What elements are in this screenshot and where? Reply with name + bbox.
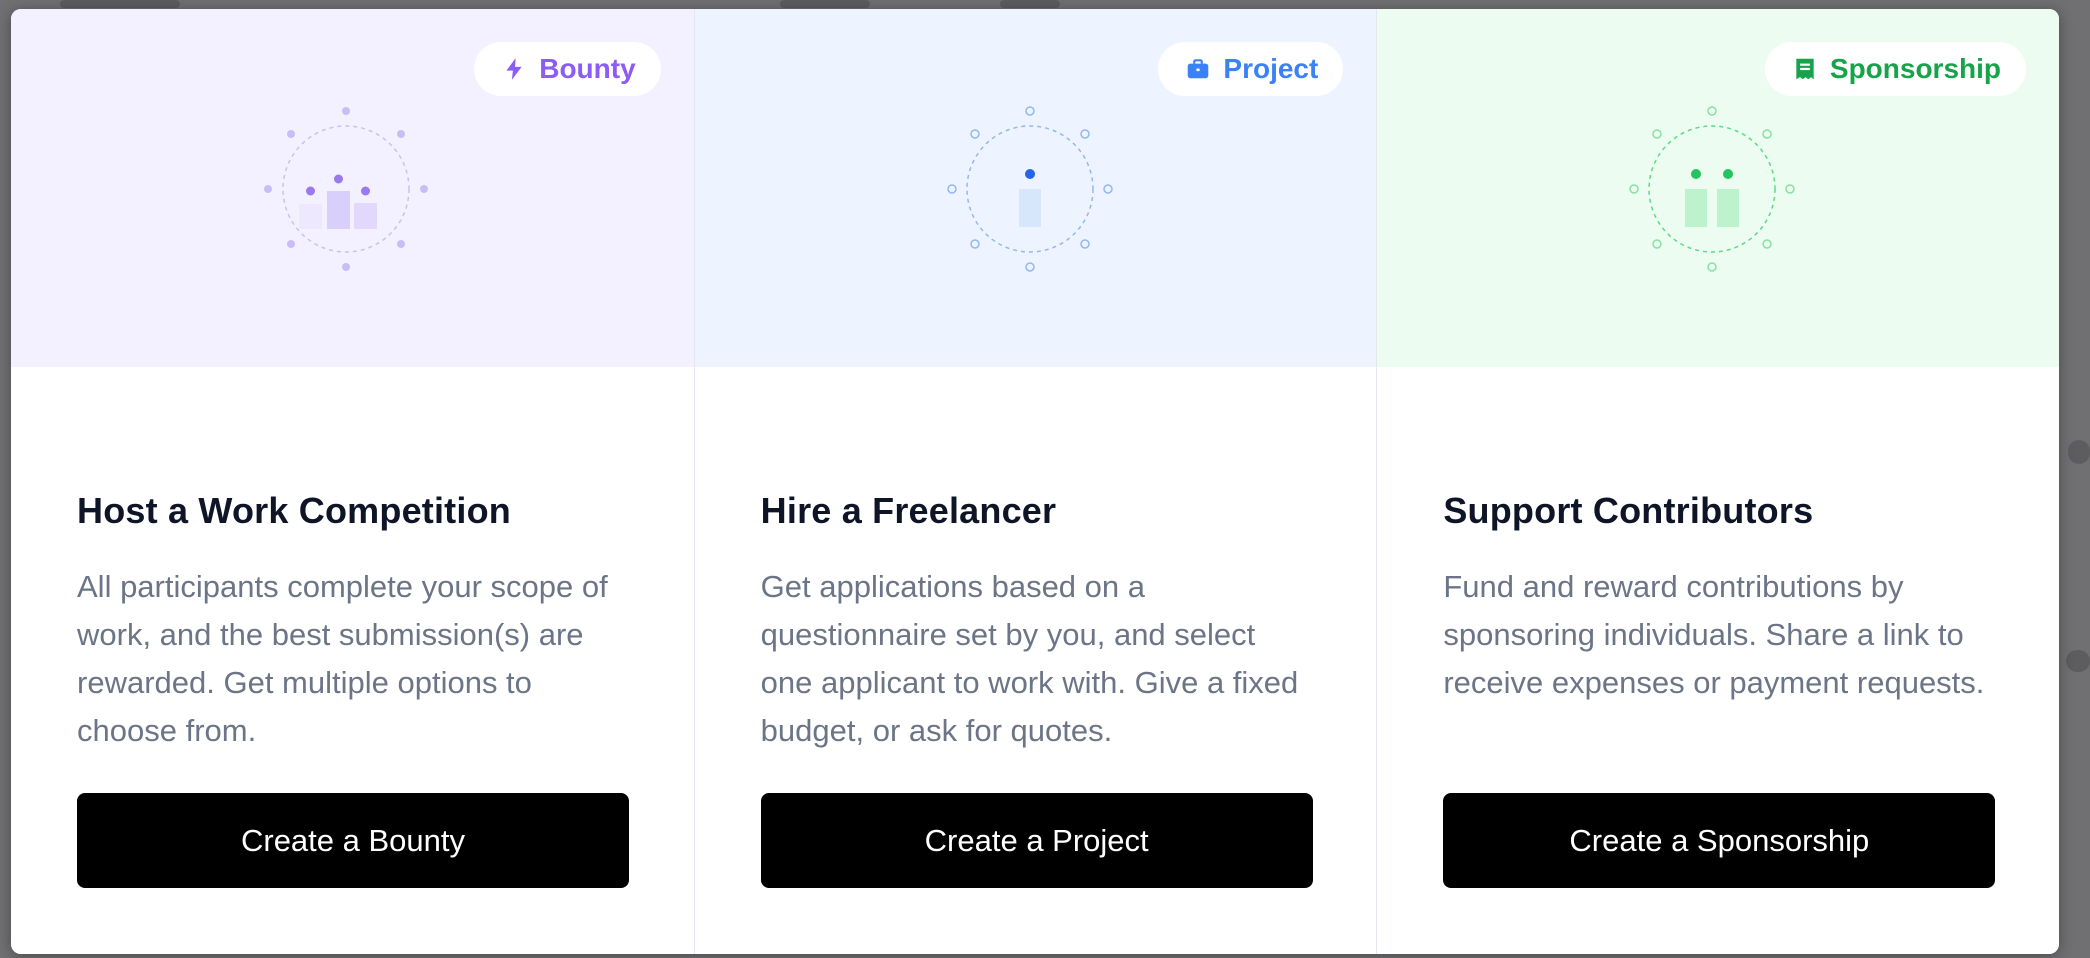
bounty-content: Host a Work Competition All participants…	[77, 489, 630, 755]
sponsorship-badge-label: Sponsorship	[1829, 53, 2002, 84]
briefcase-icon	[1185, 56, 1211, 82]
bounty-description: All participants complete your scope of …	[77, 569, 608, 748]
project-badge-label: Project	[1223, 53, 1319, 84]
create-bounty-button[interactable]: Create a Bounty	[77, 793, 629, 888]
project-content: Hire a Freelancer Get applications based…	[761, 489, 1313, 755]
bounty-badge: Bounty	[474, 42, 661, 96]
project-description: Get applications based on a questionnair…	[760, 569, 1299, 748]
sponsorship-description: Fund and reward contributions by sponsor…	[1443, 569, 1985, 700]
lightning-icon	[501, 56, 527, 82]
sponsorship-title: Support Contributors	[1443, 490, 1814, 531]
bounty-card: Bounty Host a Work Competition All parti…	[11, 9, 694, 954]
project-illustration	[946, 106, 1113, 272]
bounty-title: Host a Work Competition	[77, 490, 511, 531]
create-project-button[interactable]: Create a Project	[760, 793, 1313, 888]
create-sponsorship-button[interactable]: Create a Sponsorship	[1443, 793, 1996, 888]
bounty-hero: Bounty	[11, 9, 694, 367]
sponsorship-illustration	[1629, 106, 1796, 272]
bounty-illustration	[264, 107, 428, 271]
bounty-badge-label: Bounty	[539, 53, 636, 84]
create-listing-modal: Bounty Host a Work Competition All parti…	[11, 9, 2059, 954]
sponsorship-card: Sponsorship Support Contributors Fund an…	[1376, 9, 2059, 954]
project-card: Project Hire a Freelancer Get applicatio…	[693, 9, 1377, 954]
project-badge: Project	[1158, 42, 1344, 96]
receipt-icon	[1792, 56, 1818, 82]
project-hero: Project	[694, 9, 1377, 367]
sponsorship-hero: Sponsorship	[1377, 9, 2059, 367]
project-title: Hire a Freelancer	[760, 490, 1057, 531]
sponsorship-content: Support Contributors Fund and reward con…	[1443, 489, 1995, 755]
sponsorship-badge: Sponsorship	[1764, 42, 2027, 96]
